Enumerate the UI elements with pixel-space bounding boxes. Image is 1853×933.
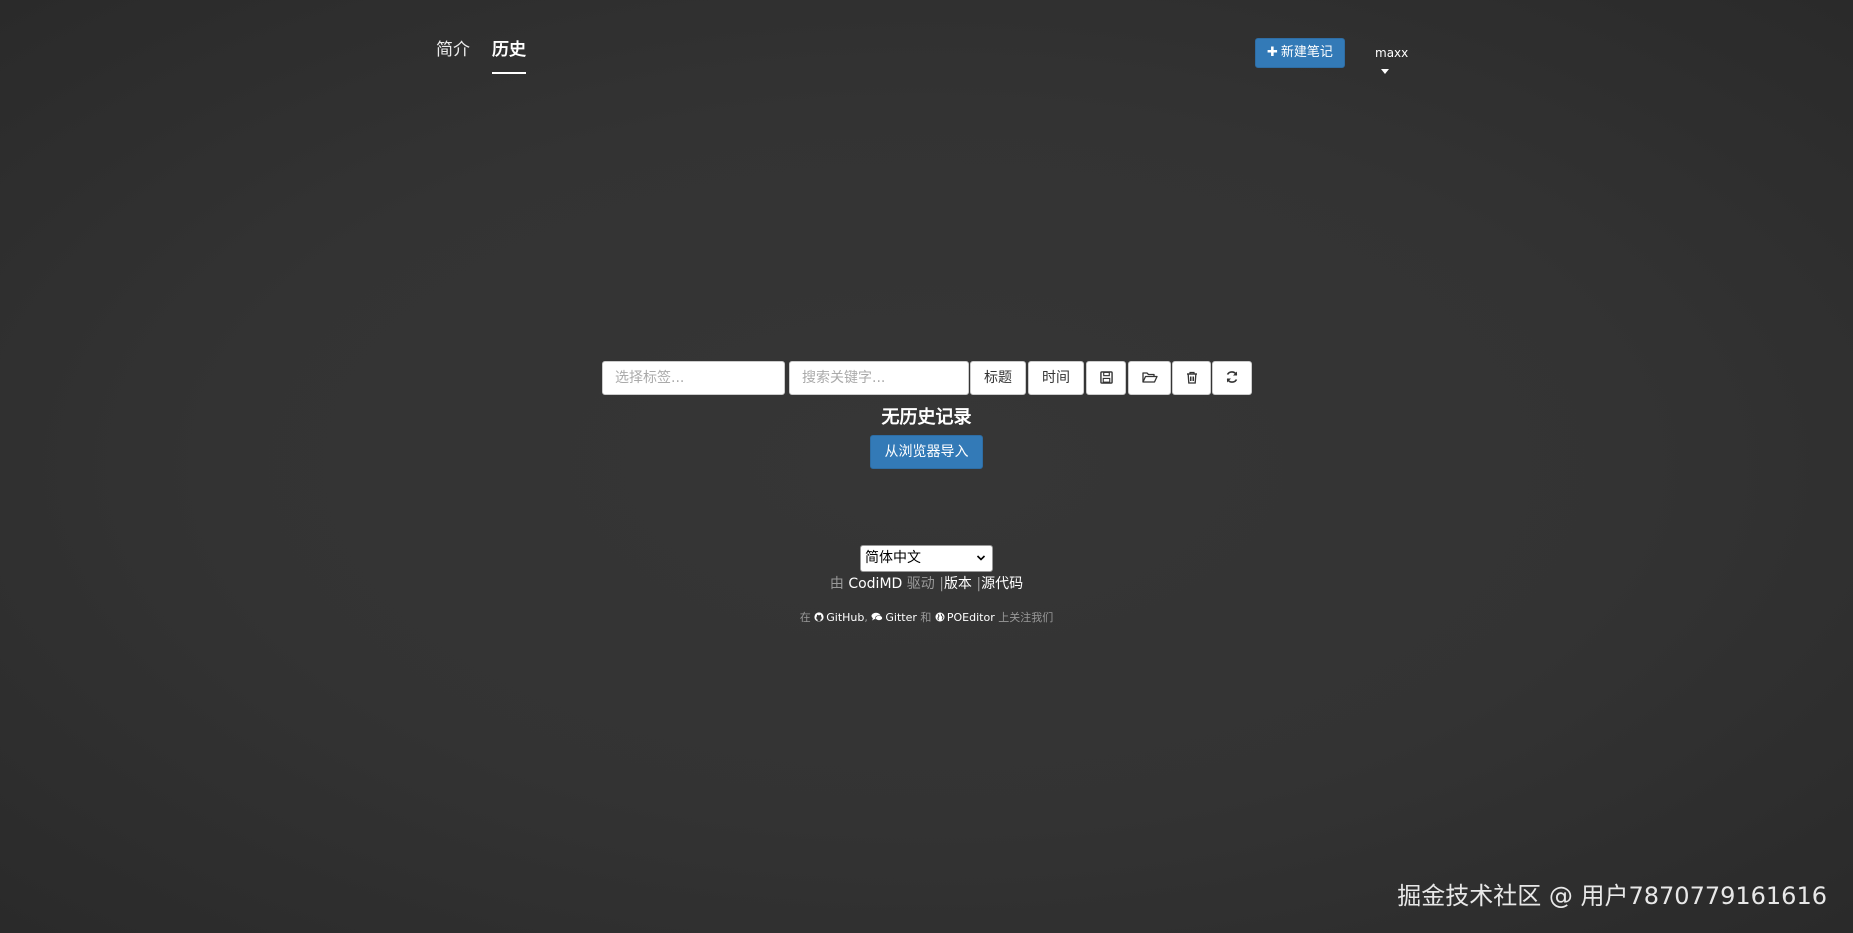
sort-by-time-button[interactable]: 时间 [1028,361,1084,395]
gitter-label: Gitter [885,611,917,624]
sort-by-title-button[interactable]: 标题 [970,361,1026,395]
watermark-text: 掘金技术社区 @ 用户7870779161616 [1397,882,1827,910]
github-label: GitHub [826,611,865,624]
footer-follow-us: 在 GitHub, Gitter 和 POEditor 上关注我们 [0,609,1853,625]
tag-select-input[interactable] [602,361,785,395]
user-menu-dropdown[interactable]: maxx [1375,44,1416,80]
language-selected-value: 简体中文 [865,550,921,566]
follow-suffix: 上关注我们 [998,611,1054,624]
comma: , [864,611,868,624]
powered-prefix: 由 [829,576,844,592]
refresh-icon [1226,371,1238,383]
gitter-link[interactable]: Gitter [871,611,917,624]
follow-prefix: 在 [799,611,811,624]
import-from-browser-button[interactable]: 从浏览器导入 [870,435,983,469]
chevron-down-icon [976,555,986,561]
trash-icon [1186,371,1197,384]
source-code-link[interactable]: 源代码 [981,576,1023,592]
globe-icon [935,612,945,622]
poeditor-link[interactable]: POEditor [935,611,995,624]
version-link[interactable]: 版本 [944,576,972,592]
and-text: 和 [920,611,932,624]
user-name: maxx [1375,46,1409,60]
codimd-link[interactable]: CodiMD [848,576,902,592]
plus-icon: ✚ [1267,45,1278,60]
save-icon [1099,370,1113,384]
import-history-button[interactable] [1128,361,1171,395]
comments-icon [871,612,884,621]
caret-down-icon [1381,69,1389,74]
tab-intro[interactable]: 简介 [436,38,470,72]
powered-suffix: 驱动 [906,576,935,592]
new-note-button[interactable]: ✚ 新建笔记 [1255,38,1345,68]
poeditor-label: POEditor [946,611,995,624]
footer-powered-by: 由 CodiMD 驱动 |版本 |源代码 [0,573,1853,593]
no-history-text: 无历史记录 [881,407,972,428]
refresh-history-button[interactable] [1212,361,1252,395]
search-input[interactable] [789,361,969,395]
clear-history-button[interactable] [1172,361,1211,395]
language-select[interactable]: 简体中文 [860,545,993,572]
top-navbar: 简介 历史 ✚ 新建笔记 maxx [436,0,1416,80]
folder-open-icon [1141,371,1158,383]
tab-history[interactable]: 历史 [492,38,526,74]
export-history-button[interactable] [1086,361,1126,395]
new-note-label: 新建笔记 [1280,45,1333,60]
github-icon [814,612,824,622]
github-link[interactable]: GitHub [814,611,864,624]
